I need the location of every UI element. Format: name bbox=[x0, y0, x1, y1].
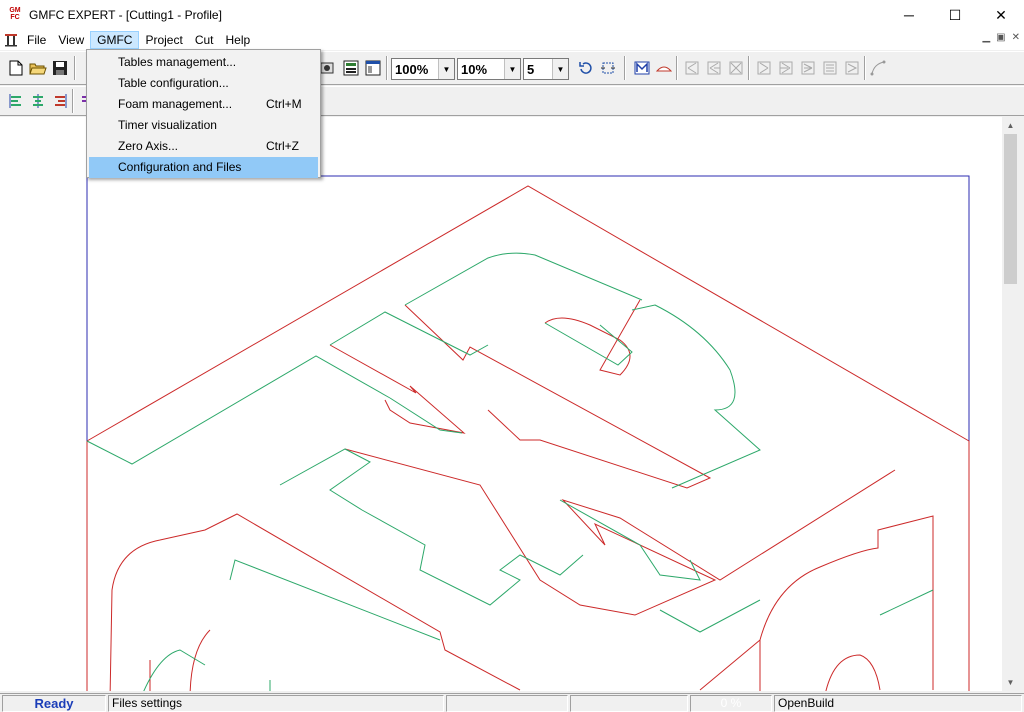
toolbar-separator bbox=[864, 56, 866, 80]
menu-item-table-configuration[interactable]: Table configuration... bbox=[89, 73, 318, 94]
shape-right-triple-icon[interactable] bbox=[798, 58, 818, 78]
zoom-select[interactable]: 100% ▼ bbox=[391, 58, 455, 80]
step-select[interactable]: 10% ▼ bbox=[457, 58, 521, 80]
count-value: 5 bbox=[527, 61, 535, 77]
profile-outline bbox=[86, 252, 934, 691]
menu-project[interactable]: Project bbox=[139, 31, 188, 49]
status-pane-empty-1 bbox=[446, 695, 568, 712]
save-icon[interactable] bbox=[50, 58, 70, 78]
profile-mode-icon[interactable] bbox=[632, 58, 652, 78]
menu-item-label: Zero Axis... bbox=[118, 139, 179, 153]
mdi-close-icon[interactable]: ✕ bbox=[1012, 32, 1020, 43]
menu-item-shortcut: Ctrl+Z bbox=[266, 139, 299, 153]
step-value: 10% bbox=[461, 61, 488, 77]
toolbar-separator bbox=[748, 56, 750, 80]
vertical-scrollbar[interactable]: ▲ ▼ bbox=[1002, 117, 1019, 691]
count-select[interactable]: 5 ▼ bbox=[523, 58, 569, 80]
scroll-thumb[interactable] bbox=[1004, 134, 1017, 284]
status-progress: 0 % bbox=[690, 695, 772, 712]
menu-item-configuration-and-files[interactable]: Configuration and Files bbox=[89, 157, 318, 178]
chevron-down-icon[interactable]: ▼ bbox=[504, 59, 520, 79]
align-center-icon[interactable] bbox=[28, 91, 48, 111]
zoom-value: 100% bbox=[395, 61, 429, 77]
menu-item-tables-management[interactable]: Tables management... bbox=[89, 52, 318, 73]
menu-view[interactable]: View bbox=[52, 31, 90, 49]
gmfc-dropdown-menu: Tables management... Table configuration… bbox=[86, 49, 321, 178]
chevron-down-icon[interactable]: ▼ bbox=[438, 59, 454, 79]
menu-item-label: Tables management... bbox=[118, 55, 237, 69]
toolbar-separator bbox=[74, 56, 76, 80]
window-title: GMFC EXPERT - [Cutting1 - Profile] bbox=[29, 8, 222, 22]
shape-left-double-icon[interactable] bbox=[704, 58, 724, 78]
mdi-controls: ▁ ▣ ✕ bbox=[982, 32, 1020, 43]
layout-view-icon[interactable] bbox=[363, 58, 383, 78]
work-frame bbox=[86, 175, 970, 691]
rotate-icon[interactable] bbox=[576, 58, 596, 78]
menu-file[interactable]: File bbox=[21, 31, 52, 49]
shape-right-icon[interactable] bbox=[754, 58, 774, 78]
table-view-icon[interactable] bbox=[341, 58, 361, 78]
cut-outline bbox=[86, 185, 970, 691]
window-controls: ─ ☐ ✕ bbox=[886, 0, 1024, 30]
menu-cut[interactable]: Cut bbox=[189, 31, 220, 49]
status-ready: Ready bbox=[2, 695, 106, 712]
scroll-down-icon[interactable]: ▼ bbox=[1002, 674, 1019, 691]
toolbar-separator bbox=[676, 56, 678, 80]
shape-right-lines-icon[interactable] bbox=[820, 58, 840, 78]
shape-left-icon[interactable] bbox=[682, 58, 702, 78]
fit-icon[interactable] bbox=[598, 58, 618, 78]
menu-item-foam-management[interactable]: Foam management... Ctrl+M bbox=[89, 94, 318, 115]
window-border bbox=[1019, 117, 1024, 691]
menu-item-label: Foam management... bbox=[118, 97, 233, 111]
menu-item-shortcut: Ctrl+M bbox=[266, 97, 302, 111]
shape-right-double-icon[interactable] bbox=[776, 58, 796, 78]
align-left-icon[interactable] bbox=[6, 91, 26, 111]
minimize-button[interactable]: ─ bbox=[886, 0, 932, 30]
align-right-icon[interactable] bbox=[50, 91, 70, 111]
open-folder-icon[interactable] bbox=[28, 58, 48, 78]
menu-item-zero-axis[interactable]: Zero Axis... Ctrl+Z bbox=[89, 136, 318, 157]
title-bar[interactable]: GM FC GMFC EXPERT - [Cutting1 - Profile] … bbox=[0, 0, 1024, 30]
menu-bar: File View GMFC Project Cut Help ▁ ▣ ✕ bbox=[0, 30, 1024, 50]
bezier-icon[interactable] bbox=[868, 58, 888, 78]
new-file-icon[interactable] bbox=[6, 58, 26, 78]
status-message: Files settings bbox=[108, 695, 444, 712]
maximize-button[interactable]: ☐ bbox=[932, 0, 978, 30]
toolbar-separator bbox=[624, 56, 626, 80]
chevron-down-icon[interactable]: ▼ bbox=[552, 59, 568, 79]
app-logo-icon: GM FC bbox=[9, 7, 21, 21]
menu-item-label: Table configuration... bbox=[118, 76, 229, 90]
mdi-minimize-icon[interactable]: ▁ bbox=[982, 32, 990, 43]
arc-mode-icon[interactable] bbox=[654, 58, 674, 78]
menu-item-timer-visualization[interactable]: Timer visualization bbox=[89, 115, 318, 136]
toolbar-separator bbox=[72, 89, 74, 113]
status-mode: OpenBuild bbox=[774, 695, 1022, 712]
close-button[interactable]: ✕ bbox=[978, 0, 1024, 30]
mdi-restore-icon[interactable]: ▣ bbox=[996, 32, 1005, 43]
menu-item-label: Timer visualization bbox=[118, 118, 217, 132]
menu-help[interactable]: Help bbox=[220, 31, 257, 49]
document-icon[interactable] bbox=[3, 32, 19, 48]
menu-gmfc[interactable]: GMFC bbox=[90, 31, 140, 49]
shape-right-arrow-icon[interactable] bbox=[842, 58, 862, 78]
status-pane-empty-2 bbox=[570, 695, 688, 712]
shape-cross-icon[interactable] bbox=[726, 58, 746, 78]
menu-item-label: Configuration and Files bbox=[118, 160, 242, 174]
toolbar-separator bbox=[386, 56, 388, 80]
drawing-canvas[interactable] bbox=[0, 117, 1002, 691]
cut-profile-drawing bbox=[86, 175, 970, 691]
scroll-up-icon[interactable]: ▲ bbox=[1002, 117, 1019, 134]
status-bar: Ready Files settings 0 % OpenBuild bbox=[0, 693, 1024, 712]
